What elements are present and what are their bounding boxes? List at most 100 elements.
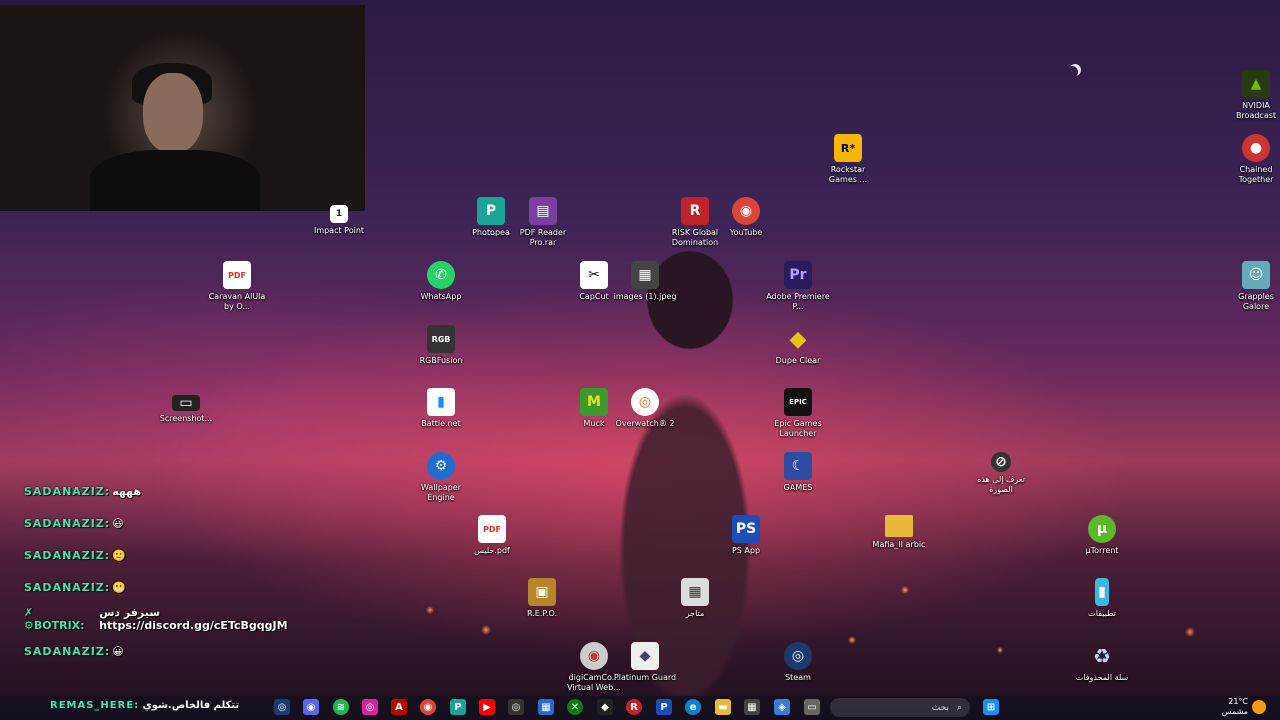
- desktop-icon-label: سلة المحذوفات: [1075, 673, 1129, 682]
- desktop-icon-images-jpeg[interactable]: ▦ images (1).jpeg: [613, 261, 677, 302]
- desktop-icon-steam[interactable]: ◎ Steam: [766, 642, 830, 683]
- desktop-icon-label: PDF Reader Pro.rar: [519, 228, 567, 247]
- desktop-icon-youtube[interactable]: ◉ YouTube: [714, 197, 778, 238]
- desktop-icon-stores[interactable]: ▦ متاجر: [663, 578, 727, 619]
- desktop-icon-pdf-reader[interactable]: ▤ PDF Reader Pro.rar: [511, 197, 575, 248]
- acrobat-icon[interactable]: A: [391, 699, 407, 715]
- desktop-icon-dupe-clear[interactable]: ◆ Dupe Clear: [766, 325, 830, 366]
- chat-text: تتكلم فالخاص.شوي: [142, 700, 240, 711]
- risk-icon: R: [681, 197, 709, 225]
- desktop-icon-ps-app[interactable]: PS PS App: [714, 515, 778, 556]
- epic-taskbar-icon[interactable]: ◆: [597, 699, 613, 715]
- desktop-icon-label: RGBFusion: [419, 356, 463, 365]
- chat-username: SADANAZIZ:: [24, 516, 111, 530]
- chat-text: 😃: [112, 516, 124, 530]
- battlenet-icon: ▮: [427, 388, 455, 416]
- desktop-icon-impact-point[interactable]: 1 Impact Point: [307, 205, 371, 236]
- edge-icon[interactable]: e: [685, 699, 701, 715]
- desktop-icon-grapples[interactable]: ☺ Grapples Galore: [1224, 261, 1280, 312]
- file-explorer-icon[interactable]: ▬: [715, 699, 731, 715]
- spotify-icon[interactable]: ≋: [333, 699, 349, 715]
- desktop-icon-nvidia[interactable]: ▲ NVIDIA Broadcast: [1224, 70, 1280, 121]
- desktop-icon-repo[interactable]: ▣ R.E.P.O.: [510, 578, 574, 619]
- desktop-icon-games-folder[interactable]: ☾ GAMES: [766, 452, 830, 493]
- chat-message: SADANAZIZ: 😃: [24, 507, 344, 539]
- chat-text: سيرفر دس https://discord.gg/cETcBgqgJM: [99, 606, 288, 632]
- webcam-icon: ◉: [580, 642, 608, 670]
- nvidia-icon: ▲: [1242, 70, 1270, 98]
- discord-icon[interactable]: ◉: [303, 699, 319, 715]
- recycle-bin-icon: ♻: [1093, 644, 1111, 668]
- overwatch-icon: ◎: [631, 388, 659, 416]
- desktop-icon-rgbfusion[interactable]: RGB RGBFusion: [409, 325, 473, 366]
- desktop-icon-mafia[interactable]: Mafia_II arbic: [867, 515, 931, 550]
- instagram-icon[interactable]: ◎: [362, 699, 378, 715]
- desktop-icon-label: Adobe Premiere P...: [766, 292, 830, 311]
- search-icon: ⌕: [956, 702, 962, 713]
- app-window-icon[interactable]: ▭: [804, 699, 820, 715]
- desktop-icon-label: تطبيقات: [1088, 609, 1116, 618]
- desktop-icon-label: Platinum Guard: [613, 673, 677, 682]
- chat-username: SADANAZIZ:: [24, 644, 111, 658]
- winrar-archive-icon: ▤: [529, 197, 557, 225]
- desktop-icon-label: Grapples Galore: [1238, 292, 1274, 311]
- desktop-icon-apps[interactable]: ▮ تطبيقات: [1070, 578, 1134, 619]
- folder-icon: [885, 515, 913, 537]
- webcam-overlay: [0, 5, 365, 211]
- xbox-icon[interactable]: ✕: [567, 699, 583, 715]
- desktop-icon-label: Caravan AlUla by O...: [208, 292, 266, 311]
- weather-widget[interactable]: 21°C مشمس: [1218, 697, 1248, 717]
- apps-folder-icon: ▮: [1095, 578, 1109, 606]
- risk-taskbar-icon[interactable]: R: [626, 699, 642, 715]
- screenshot-file-icon: ▭: [172, 395, 200, 411]
- desktop-icon-battlenet[interactable]: ▮ Battle.net: [409, 388, 473, 429]
- desktop-icon-label: Impact Point: [313, 226, 365, 235]
- desktop-icon-platinum[interactable]: ◆ Platinum Guard: [613, 642, 677, 683]
- desktop-icon-lens[interactable]: ⊘ تعرف إلى هذه الصورة: [969, 452, 1033, 495]
- desktop-icon-label: Screenshot...: [159, 414, 213, 423]
- desktop-icon-overwatch[interactable]: ◎ Overwatch® 2: [613, 388, 677, 429]
- chat-message: SADANAZIZ: 😬: [24, 571, 344, 603]
- desktop-icon-whatsapp[interactable]: ✆ WhatsApp: [409, 261, 473, 302]
- chat-message-footer: REMAS_HERE: تتكلم فالخاص.شوي: [50, 700, 239, 711]
- chained-together-icon: ●: [1242, 134, 1270, 162]
- desktop-icon-label: images (1).jpeg: [613, 292, 677, 301]
- platinum-guard-icon: ◆: [631, 642, 659, 670]
- desktop-icon-recycle-bin[interactable]: ♻ سلة المحذوفات: [1070, 642, 1134, 683]
- desktop-icon-utorrent[interactable]: µ µTorrent: [1070, 515, 1134, 556]
- youtube-taskbar-icon[interactable]: ▶: [479, 699, 495, 715]
- desktop-icon-label: Rockstar Games ...: [828, 165, 868, 184]
- desktop-icon-rockstar[interactable]: R* Rockstar Games ...: [816, 134, 880, 185]
- playstation-icon: PS: [732, 515, 760, 543]
- desktop-icon-label: YouTube: [729, 228, 763, 237]
- wallpaper-engine-icon: ⚙: [427, 452, 455, 480]
- taskbar-search-box[interactable]: بحث ⌕: [830, 698, 970, 717]
- chat-username: SADANAZIZ:: [24, 580, 111, 594]
- chat-message: SADANAZIZ: 😀: [24, 635, 344, 667]
- windows-start-icon[interactable]: ⊞: [983, 699, 999, 715]
- microsoft-store-icon[interactable]: ▦: [744, 699, 760, 715]
- rockstar-launcher-icon[interactable]: ◎: [508, 699, 524, 715]
- webcam-face: [143, 73, 203, 153]
- chat-username: SADANAZIZ:: [24, 548, 111, 562]
- desktop-icon-chained[interactable]: ● Chained Together: [1224, 134, 1280, 185]
- rgbfusion-icon: RGB: [427, 325, 455, 353]
- msi-icon[interactable]: ▦: [538, 699, 554, 715]
- chat-message: SADANAZIZ: 🙂: [24, 539, 344, 571]
- desktop-icon-pdf-halees[interactable]: PDF حليس.pdf: [460, 515, 524, 556]
- capcut-icon: ✂: [580, 261, 608, 289]
- stores-folder-icon: ▦: [681, 578, 709, 606]
- desktop-icon-epic[interactable]: EPIC Epic Games Launcher: [766, 388, 830, 439]
- games-folder-icon: ☾: [784, 452, 812, 480]
- desktop-icon-premiere[interactable]: Pr Adobe Premiere P...: [766, 261, 830, 312]
- chrome-taskbar-icon[interactable]: ◉: [420, 699, 436, 715]
- desktop-icon-screenshot[interactable]: ▭ Screenshot...: [154, 395, 218, 424]
- visual-search-icon: ⊘: [991, 452, 1011, 472]
- pdf-file-icon: PDF: [478, 515, 506, 543]
- copilot-icon[interactable]: ◈: [774, 699, 790, 715]
- steam-taskbar-icon[interactable]: ◎: [274, 699, 290, 715]
- desktop-icon-wallpaper-engine[interactable]: ⚙ Wallpaper Engine: [409, 452, 473, 503]
- playstation-taskbar-icon[interactable]: P: [656, 699, 672, 715]
- photopea-taskbar-icon[interactable]: P: [450, 699, 466, 715]
- desktop-icon-caravan[interactable]: PDF Caravan AlUla by O...: [205, 261, 269, 312]
